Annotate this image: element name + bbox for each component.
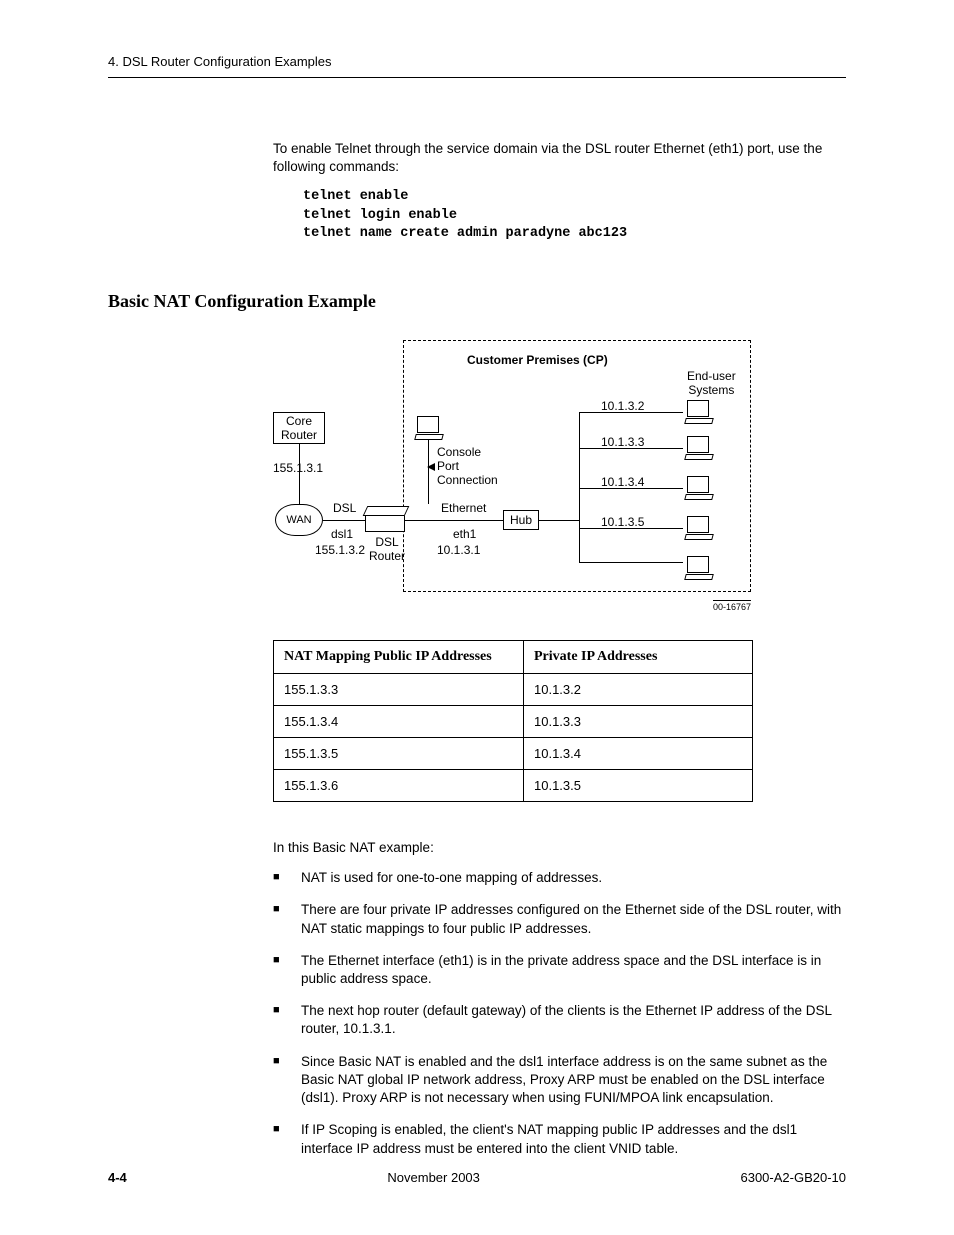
table-cell: 10.1.3.4 [524, 738, 753, 770]
table-cell: 10.1.3.5 [524, 770, 753, 802]
host-computer-icon [685, 556, 713, 580]
eth1-label: eth1 [453, 528, 476, 542]
wan-cloud: WAN [275, 504, 323, 536]
footer-date: November 2003 [387, 1170, 480, 1185]
table-cell: 155.1.3.6 [274, 770, 524, 802]
section-heading: Basic NAT Configuration Example [108, 291, 846, 312]
host-ip-0: 10.1.3.2 [601, 400, 644, 414]
nat-mapping-table: NAT Mapping Public IP Addresses Private … [273, 640, 753, 802]
code-block: telnet enable telnet login enable telnet… [303, 188, 846, 243]
arrow-icon [427, 463, 435, 471]
console-computer-icon [415, 416, 443, 440]
table-cell: 10.1.3.2 [524, 674, 753, 706]
bullet-list: NAT is used for one-to-one mapping of ad… [273, 869, 846, 1158]
dsl-router-icon [365, 514, 405, 532]
table-row: 155.1.3.3 10.1.3.2 [274, 674, 753, 706]
host-computer-icon [685, 436, 713, 460]
cp-title: Customer Premises (CP) [467, 354, 608, 368]
eth1-ip: 10.1.3.1 [437, 544, 480, 558]
host-ip-3: 10.1.3.5 [601, 516, 644, 530]
line [299, 444, 300, 504]
host-computer-icon [685, 400, 713, 424]
core-router-box: Core Router [273, 412, 325, 444]
dsl1-ip: 155.1.3.2 [315, 544, 365, 558]
page-footer: 4-4 November 2003 6300-A2-GB20-10 [108, 1170, 846, 1185]
list-item: If IP Scoping is enabled, the client's N… [273, 1121, 846, 1157]
dsl1-label: dsl1 [331, 528, 353, 542]
diagram-id: 00-16767 [713, 600, 751, 612]
host-ip-1: 10.1.3.3 [601, 436, 644, 450]
table-cell: 155.1.3.5 [274, 738, 524, 770]
intro-paragraph: To enable Telnet through the service dom… [273, 140, 846, 176]
footer-docid: 6300-A2-GB20-10 [740, 1170, 846, 1185]
list-item: NAT is used for one-to-one mapping of ad… [273, 869, 846, 887]
page-header: 4. DSL Router Configuration Examples [108, 54, 846, 78]
end-user-label: End-user Systems [687, 370, 736, 398]
table-cell: 155.1.3.3 [274, 674, 524, 706]
hub-box: Hub [503, 510, 539, 530]
list-item: The next hop router (default gateway) of… [273, 1002, 846, 1038]
line [323, 520, 365, 521]
list-item: Since Basic NAT is enabled and the dsl1 … [273, 1053, 846, 1108]
console-label: Console Port Connection [437, 446, 498, 487]
page-number: 4-4 [108, 1170, 127, 1185]
line [428, 440, 429, 504]
table-header: Private IP Addresses [524, 641, 753, 674]
table-cell: 155.1.3.4 [274, 706, 524, 738]
list-item: The Ethernet interface (eth1) is in the … [273, 952, 846, 988]
table-row: 155.1.3.5 10.1.3.4 [274, 738, 753, 770]
line [405, 520, 503, 521]
example-intro: In this Basic NAT example: [273, 840, 846, 855]
dsl-router-label: DSL Router [369, 536, 405, 564]
ethernet-label: Ethernet [441, 502, 486, 516]
line [579, 412, 580, 562]
table-row: 155.1.3.6 10.1.3.5 [274, 770, 753, 802]
host-ip-2: 10.1.3.4 [601, 476, 644, 490]
line [539, 520, 579, 521]
table-row: 155.1.3.4 10.1.3.3 [274, 706, 753, 738]
table-header: NAT Mapping Public IP Addresses [274, 641, 524, 674]
network-diagram: Customer Premises (CP) End-user Systems … [273, 340, 753, 612]
host-computer-icon [685, 476, 713, 500]
dsl-label: DSL [333, 502, 356, 516]
host-computer-icon [685, 516, 713, 540]
line [579, 562, 683, 563]
list-item: There are four private IP addresses conf… [273, 901, 846, 937]
table-cell: 10.1.3.3 [524, 706, 753, 738]
